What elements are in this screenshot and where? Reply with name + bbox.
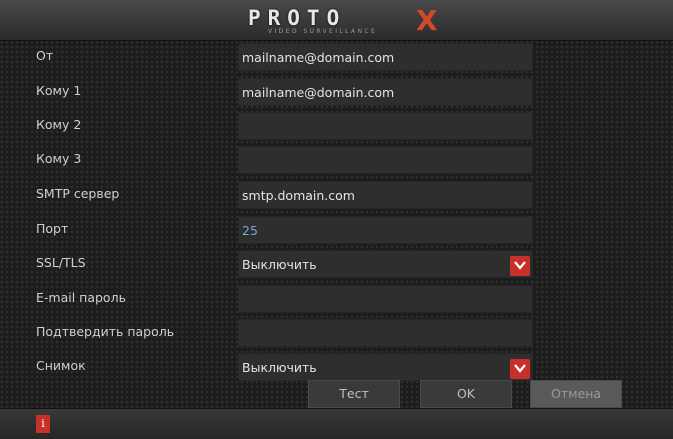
status-bar: i <box>0 408 673 439</box>
snapshot-value: Выключить <box>242 360 317 375</box>
form-row-snapshot: Снимок Выключить <box>0 352 673 382</box>
ssl-label: SSL/TLS <box>36 255 86 270</box>
to3-label: Кому 3 <box>36 151 82 166</box>
form-row-to2: Кому 2 <box>0 111 673 141</box>
to2-field[interactable] <box>238 112 533 140</box>
port-field[interactable]: 25 <box>238 216 533 244</box>
form-row-to1: Кому 1 mailname@domain.com <box>0 77 673 107</box>
form-row-password: E-mail пароль <box>0 284 673 314</box>
port-label: Порт <box>36 221 69 236</box>
password-label: E-mail пароль <box>36 290 126 305</box>
port-value: 25 <box>242 223 258 238</box>
form-row-port: Порт 25 <box>0 215 673 245</box>
from-value: mailname@domain.com <box>242 50 395 65</box>
confirm-password-field[interactable] <box>238 319 533 347</box>
test-button[interactable]: Тест <box>308 380 400 408</box>
form-row-from: От mailname@domain.com <box>0 42 673 72</box>
logo-wordmark: PROTO <box>248 6 347 30</box>
chevron-down-icon[interactable] <box>510 256 530 276</box>
snapshot-select[interactable]: Выключить <box>238 353 533 381</box>
from-field[interactable]: mailname@domain.com <box>238 43 533 71</box>
form-row-smtp: SMTP сервер smtp.domain.com <box>0 180 673 210</box>
smtp-value: smtp.domain.com <box>242 188 355 203</box>
from-label: От <box>36 48 54 63</box>
ok-button[interactable]: OK <box>420 380 512 408</box>
form-row-to3: Кому 3 <box>0 145 673 175</box>
chevron-down-icon[interactable] <box>510 359 530 379</box>
smtp-label: SMTP сервер <box>36 186 120 201</box>
info-icon[interactable]: i <box>36 415 50 433</box>
ssl-value: Выключить <box>242 257 317 272</box>
ssl-select[interactable]: Выключить <box>238 250 533 278</box>
logo-subtitle: VIDEO SURVEILLANCE <box>268 28 378 35</box>
snapshot-label: Снимок <box>36 358 86 373</box>
to1-field[interactable]: mailname@domain.com <box>238 78 533 106</box>
to3-field[interactable] <box>238 146 533 174</box>
proto-x-logo: PROTO X VIDEO SURVEILLANCE <box>246 4 438 37</box>
form-row-ssl: SSL/TLS Выключить <box>0 249 673 279</box>
confirm-label: Подтвердить пароль <box>36 324 175 339</box>
to1-value: mailname@domain.com <box>242 85 395 100</box>
password-field[interactable] <box>238 285 533 313</box>
form-row-confirm: Подтвердить пароль <box>0 318 673 348</box>
to2-label: Кому 2 <box>36 117 82 132</box>
title-bar: PROTO X VIDEO SURVEILLANCE <box>0 0 673 41</box>
to1-label: Кому 1 <box>36 83 82 98</box>
cancel-button[interactable]: Отмена <box>530 380 622 408</box>
logo-x-mark: X <box>416 4 438 37</box>
smtp-server-field[interactable]: smtp.domain.com <box>238 181 533 209</box>
